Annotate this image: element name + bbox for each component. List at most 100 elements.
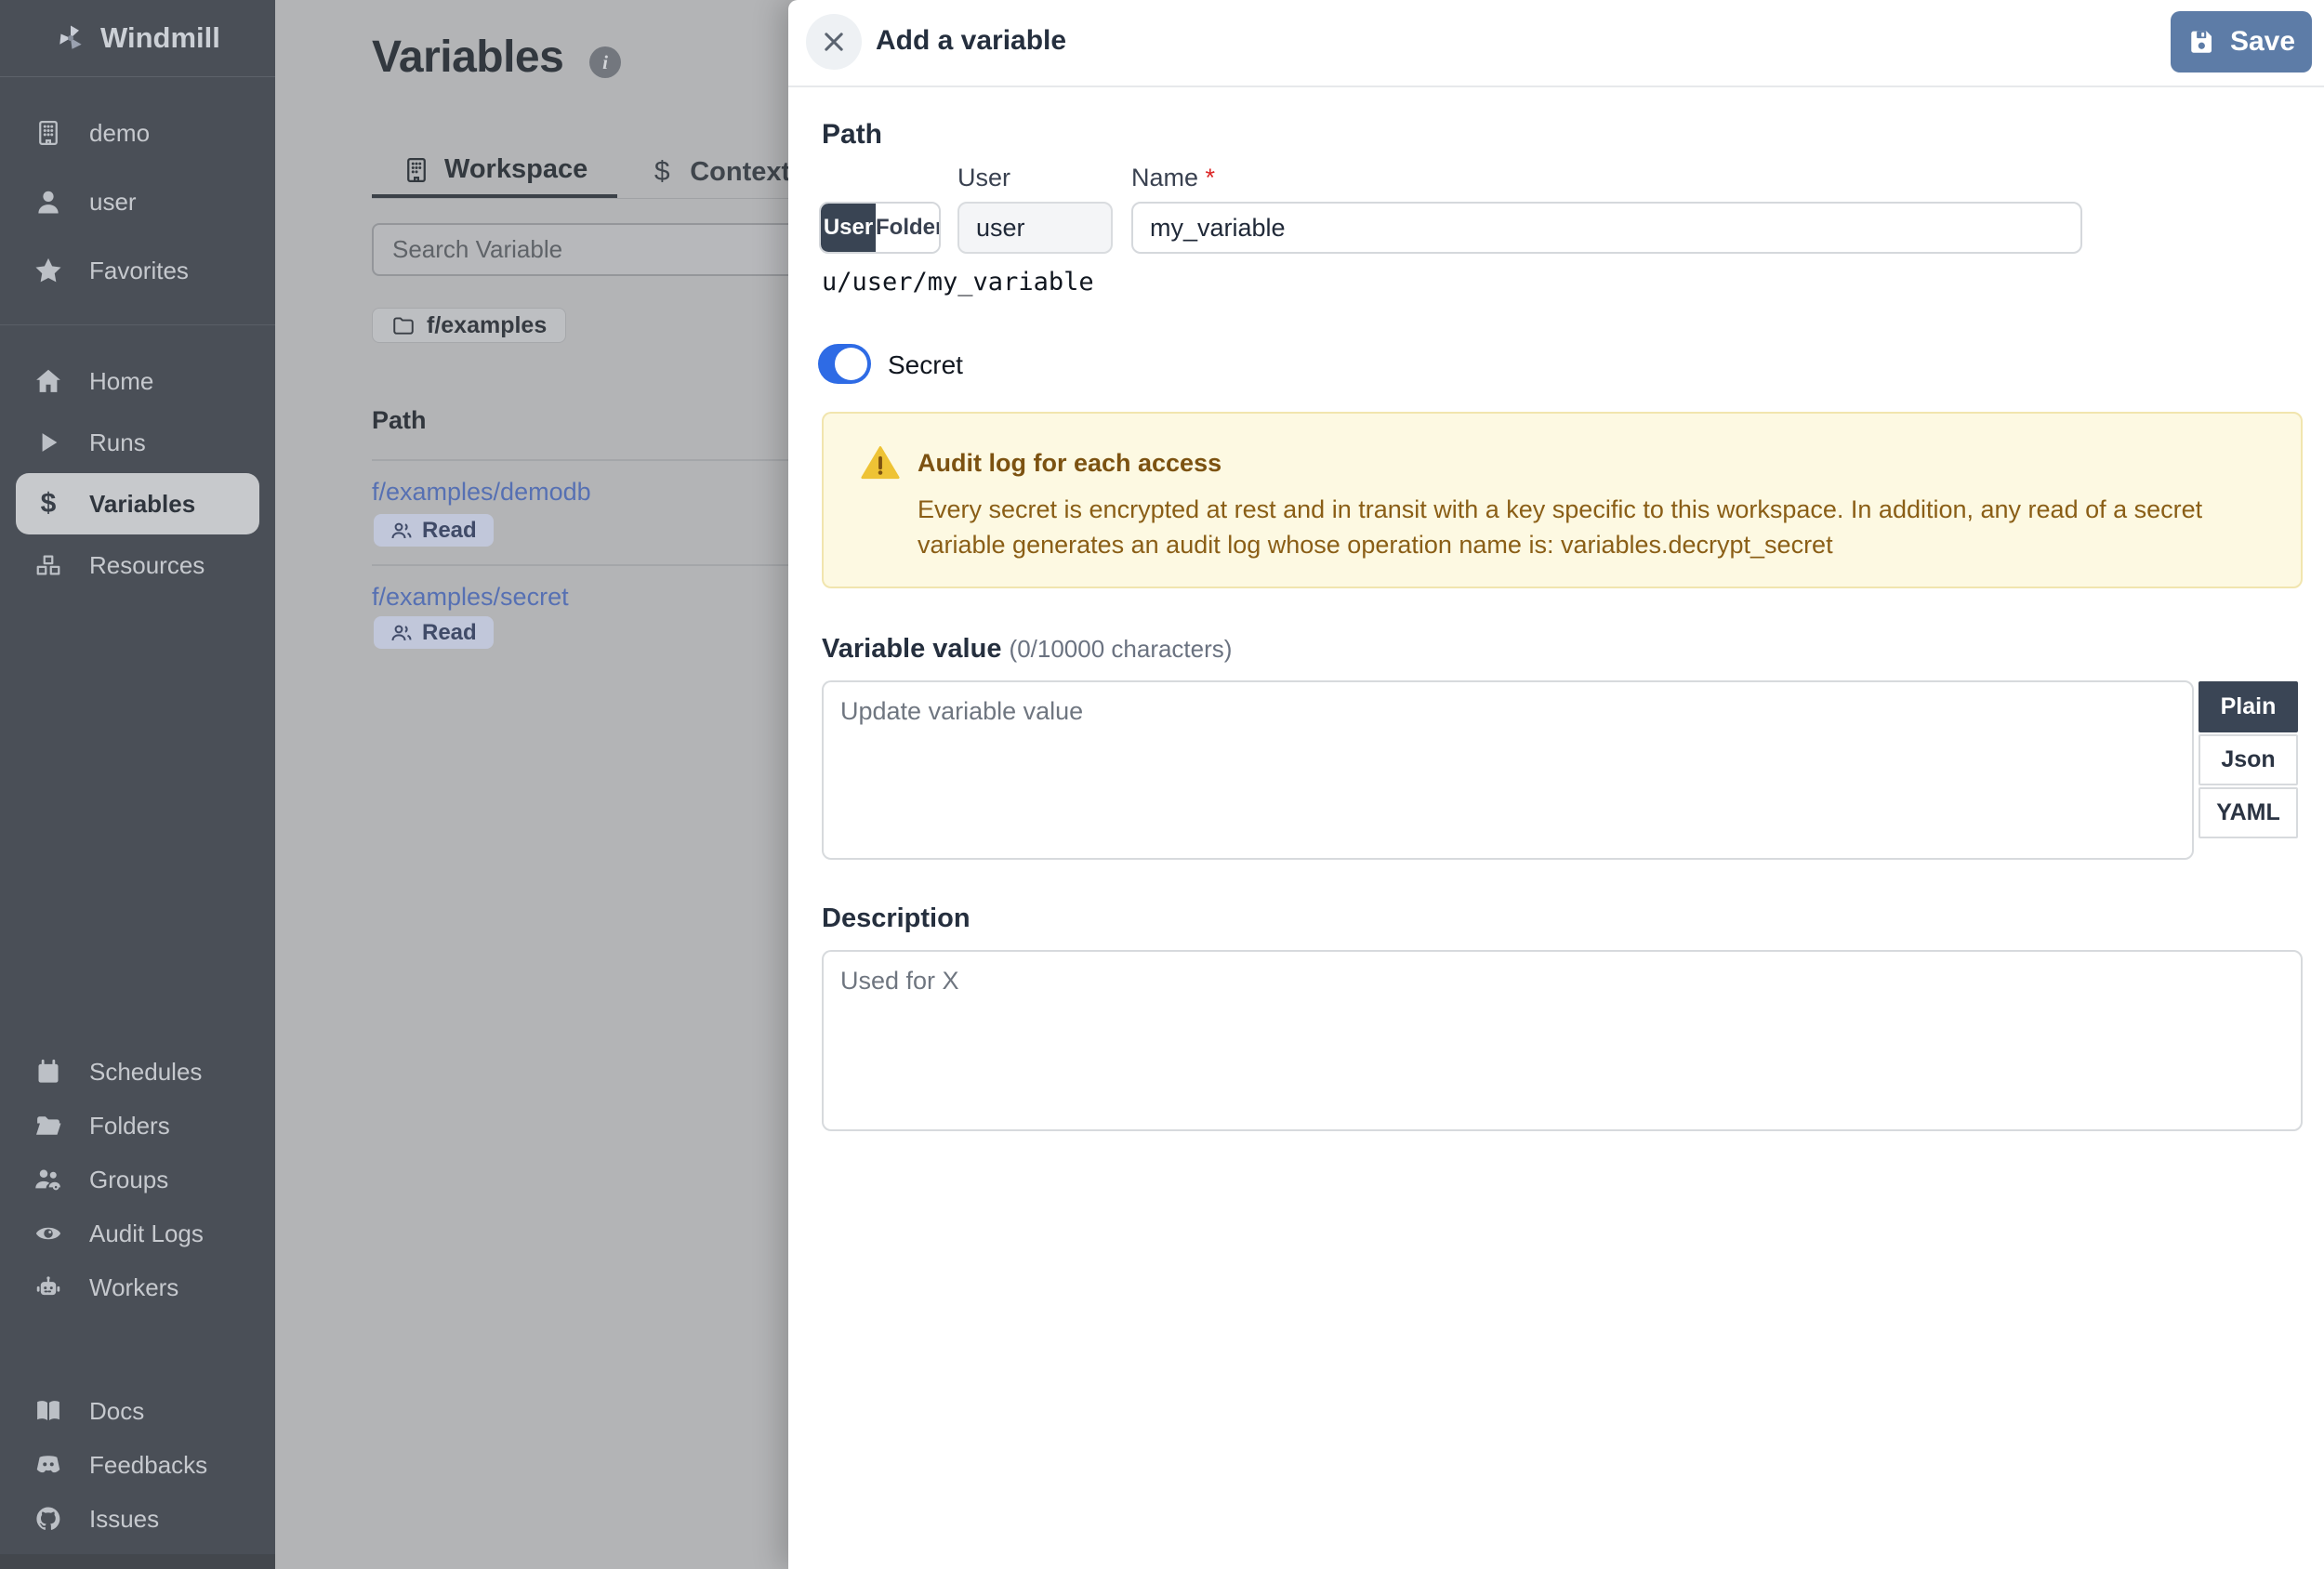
value-heading-text: Variable value — [822, 634, 1002, 664]
app-logo-text: Windmill — [100, 21, 220, 54]
close-icon — [825, 33, 843, 51]
boxes-icon — [32, 548, 65, 582]
folder-chip-label: f/examples — [427, 311, 548, 338]
dollar-icon: $ — [40, 488, 57, 519]
save-floppy-icon — [2191, 31, 2212, 53]
format-json-button[interactable]: Json — [2199, 734, 2298, 785]
save-button-label: Save — [2229, 26, 2296, 57]
info-icon[interactable]: i — [589, 46, 621, 78]
page-title: Variables — [372, 33, 564, 82]
read-permission-badge: Read — [374, 616, 494, 649]
sidebar-item-runs[interactable]: Runs — [0, 412, 275, 473]
description-textarea[interactable] — [822, 950, 2303, 1131]
format-plain-button[interactable]: Plain — [2199, 681, 2298, 732]
play-icon — [32, 426, 65, 459]
name-label-text: Name — [1131, 164, 1199, 191]
sidebar-item-groups[interactable]: Groups — [0, 1153, 275, 1206]
warning-triangle-icon — [861, 446, 900, 480]
nav-label: Schedules — [89, 1057, 203, 1086]
nav-label: Groups — [89, 1165, 169, 1193]
variable-value-textarea[interactable] — [822, 680, 2194, 860]
sidebar-item-workers[interactable]: Workers — [0, 1260, 275, 1314]
user-name: user — [89, 187, 137, 216]
close-button[interactable] — [806, 14, 862, 70]
nav-label: Workers — [89, 1272, 179, 1301]
audit-warning-banner: Audit log for each access Every secret i… — [822, 412, 2303, 588]
secret-toggle-label: Secret — [888, 350, 963, 379]
nav-label: Feedbacks — [89, 1450, 208, 1479]
favorites-label: Favorites — [89, 256, 189, 284]
drawer-title: Add a variable — [876, 25, 1067, 56]
sidebar-item-schedules[interactable]: Schedules — [0, 1045, 275, 1099]
required-asterisk: * — [1205, 164, 1216, 191]
badge-label: Read — [422, 517, 477, 543]
path-column-header: Path — [372, 406, 427, 434]
variable-link[interactable]: f/examples/secret — [372, 583, 569, 612]
windmill-logo-icon — [54, 21, 87, 55]
variable-name-input[interactable] — [1131, 202, 2082, 254]
nav-label: Resources — [89, 550, 205, 579]
format-yaml-button[interactable]: YAML — [2199, 787, 2298, 838]
tab-label: Workspace — [444, 154, 588, 184]
user-icon — [32, 185, 65, 218]
variable-link[interactable]: f/examples/demodb — [372, 478, 591, 507]
sidebar-item-feedbacks[interactable]: Feedbacks — [0, 1438, 275, 1492]
star-icon — [32, 254, 65, 287]
users-icon — [391, 522, 412, 538]
sidebar-item-home[interactable]: Home — [0, 350, 275, 412]
tab-workspace[interactable]: Workspace — [372, 145, 618, 199]
format-selector: Plain Json YAML — [2199, 681, 2298, 838]
nav-label: Home — [89, 366, 154, 395]
folder-icon — [391, 313, 416, 337]
eye-icon — [32, 1217, 65, 1250]
sidebar-item-folders[interactable]: Folders — [0, 1099, 275, 1153]
nav-label: Docs — [89, 1396, 145, 1425]
character-counter: (0/10000 characters) — [1009, 635, 1233, 663]
users-gear-icon — [32, 1163, 65, 1196]
building-icon — [32, 116, 65, 150]
sidebar-item-variables[interactable]: $ Variables — [16, 473, 259, 534]
sidebar-item-docs[interactable]: Docs — [0, 1384, 275, 1438]
sidebar-divider — [0, 324, 275, 325]
sidebar-item-favorites[interactable]: Favorites — [0, 236, 275, 305]
owner-option-user[interactable]: User — [821, 204, 876, 252]
warning-title: Audit log for each access — [918, 449, 1222, 477]
tab-label: Context — [690, 156, 791, 187]
calendar-icon — [32, 1055, 65, 1088]
robot-icon — [32, 1271, 65, 1304]
home-icon — [32, 364, 65, 398]
sidebar-bottom-bar — [0, 1554, 275, 1569]
book-open-icon — [32, 1394, 65, 1428]
sidebar-item-audit-logs[interactable]: Audit Logs — [0, 1206, 275, 1260]
discord-icon — [32, 1448, 65, 1482]
tab-bar: Workspace $ Context — [372, 145, 820, 199]
building-icon — [402, 155, 431, 185]
secret-toggle[interactable] — [818, 344, 871, 384]
nav-label: Runs — [89, 428, 146, 456]
folder-open-icon — [32, 1109, 65, 1142]
sidebar-item-workspace-demo[interactable]: demo — [0, 99, 275, 167]
nav-label: Variables — [89, 489, 196, 518]
folder-filter-chip[interactable]: f/examples — [372, 308, 567, 343]
path-section-heading: Path — [822, 119, 883, 150]
variable-value-heading: Variable value (0/10000 characters) — [822, 634, 1232, 665]
workspace-name: demo — [89, 118, 151, 147]
nav-label: Issues — [89, 1504, 160, 1533]
user-field-label: User — [957, 164, 1011, 191]
sidebar-item-issues[interactable]: Issues — [0, 1492, 275, 1546]
badge-label: Read — [422, 619, 477, 645]
drawer-header: Add a variable Save — [788, 0, 2324, 87]
full-path-preview: u/user/my_variable — [822, 268, 1094, 297]
owner-user-input[interactable] — [957, 202, 1113, 254]
users-icon — [391, 625, 412, 640]
warning-body: Every secret is encrypted at rest and in… — [918, 495, 2203, 559]
owner-option-folder[interactable]: Folder — [876, 204, 939, 252]
dollar-icon: $ — [654, 156, 670, 187]
app-logo[interactable]: Windmill — [0, 0, 275, 77]
sidebar-item-user[interactable]: user — [0, 167, 275, 236]
read-permission-badge: Read — [374, 514, 494, 547]
sidebar: Windmill demo user Favorites Home Runs $… — [0, 0, 275, 1569]
sidebar-item-resources[interactable]: Resources — [0, 534, 275, 596]
owner-kind-toggle: User Folder — [819, 202, 941, 254]
save-button[interactable]: Save — [2171, 11, 2312, 73]
